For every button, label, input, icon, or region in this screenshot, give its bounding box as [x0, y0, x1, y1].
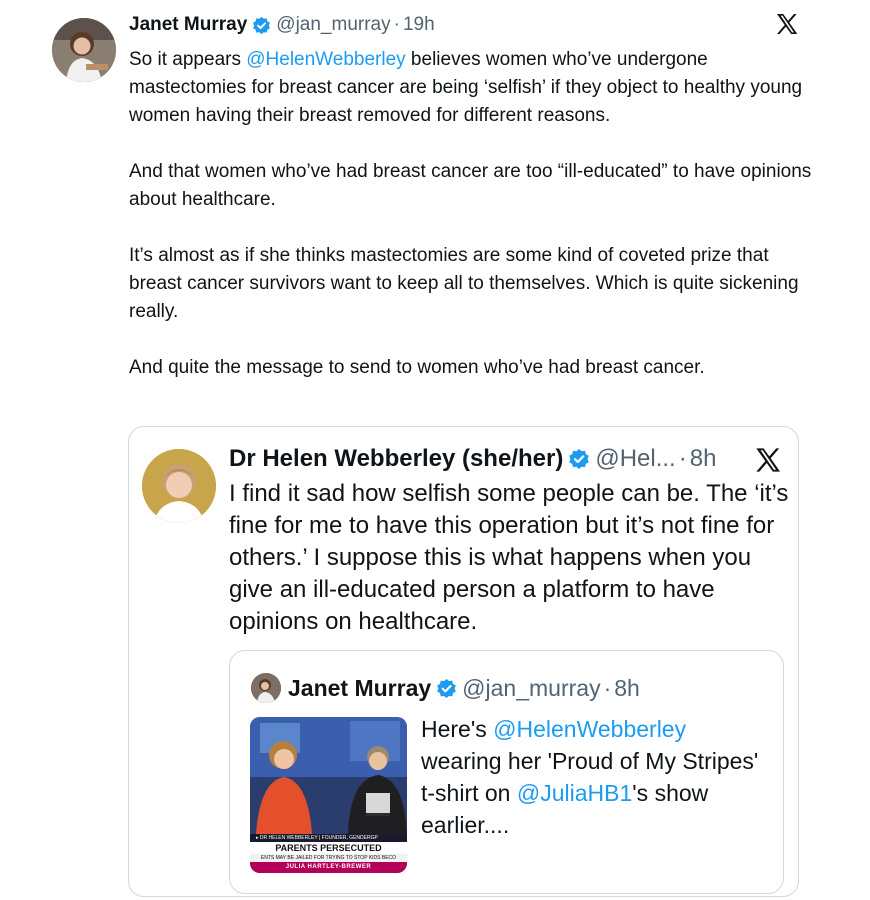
media-subline: ENTS MAY BE JAILED FOR TRYING TO STOP KI… [250, 854, 407, 862]
quoted-tweet-header: Dr Helen Webberley (she/her) @Hel... · 8… [229, 445, 716, 473]
quoted-tweet-time[interactable]: 8h [690, 445, 717, 473]
x-logo-icon[interactable] [775, 12, 799, 41]
media-show-name: JULIA HARTLEY-BREWER [250, 862, 407, 873]
author-avatar[interactable] [52, 18, 116, 82]
verified-badge-icon [436, 678, 457, 699]
tweet-text: So it appears @HelenWebberley believes w… [129, 46, 819, 382]
verified-badge-icon [252, 16, 271, 35]
separator-dot: · [678, 445, 687, 472]
author-handle[interactable]: @jan_murray [276, 14, 390, 36]
quoted-author-name[interactable]: Dr Helen Webberley (she/her) [229, 445, 563, 473]
avatar-photo-icon [142, 449, 216, 523]
tweet-header: Janet Murray @jan_murray · 19h [129, 14, 435, 36]
verified-badge-icon [568, 448, 590, 470]
media-caption-line: ▸ DR HELEN WEBBERLEY | FOUNDER, GENDERGP [250, 834, 407, 842]
separator-dot: · [603, 675, 612, 701]
avatar-photo-icon [52, 18, 116, 82]
x-logo-icon[interactable] [754, 446, 782, 479]
nested-author-handle[interactable]: @jan_murray [462, 675, 600, 702]
media-headline: PARENTS PERSECUTED [250, 842, 407, 854]
quoted-author-avatar[interactable] [142, 449, 216, 523]
quoted-author-handle[interactable]: @Hel... [595, 445, 675, 473]
mention-link[interactable]: @JuliaHB1 [517, 780, 632, 806]
tweet-text-segment: believes women who’ve undergone mastecto… [129, 49, 812, 378]
mention-link[interactable]: @HelenWebberley [246, 49, 405, 70]
mention-link[interactable]: @HelenWebberley [493, 716, 686, 742]
tweet-text-segment: Here's [421, 716, 494, 742]
separator-dot: · [393, 14, 400, 35]
nested-author-name[interactable]: Janet Murray [288, 675, 431, 702]
avatar-photo-icon [251, 673, 281, 703]
media-thumbnail[interactable]: ▸ DR HELEN WEBBERLEY | FOUNDER, GENDERGP… [250, 717, 407, 873]
nested-tweet-time[interactable]: 8h [614, 675, 640, 702]
quoted-tweet-text: I find it sad how selfish some people ca… [229, 480, 789, 635]
author-name[interactable]: Janet Murray [129, 14, 247, 36]
nested-tweet-text: Here's @HelenWebberley wearing her 'Prou… [421, 713, 761, 841]
tweet-text-segment: So it appears [129, 49, 247, 70]
tweet-time[interactable]: 19h [403, 14, 435, 36]
nested-author-avatar[interactable] [251, 673, 281, 703]
nested-tweet-header: Janet Murray @jan_murray · 8h [288, 675, 640, 702]
